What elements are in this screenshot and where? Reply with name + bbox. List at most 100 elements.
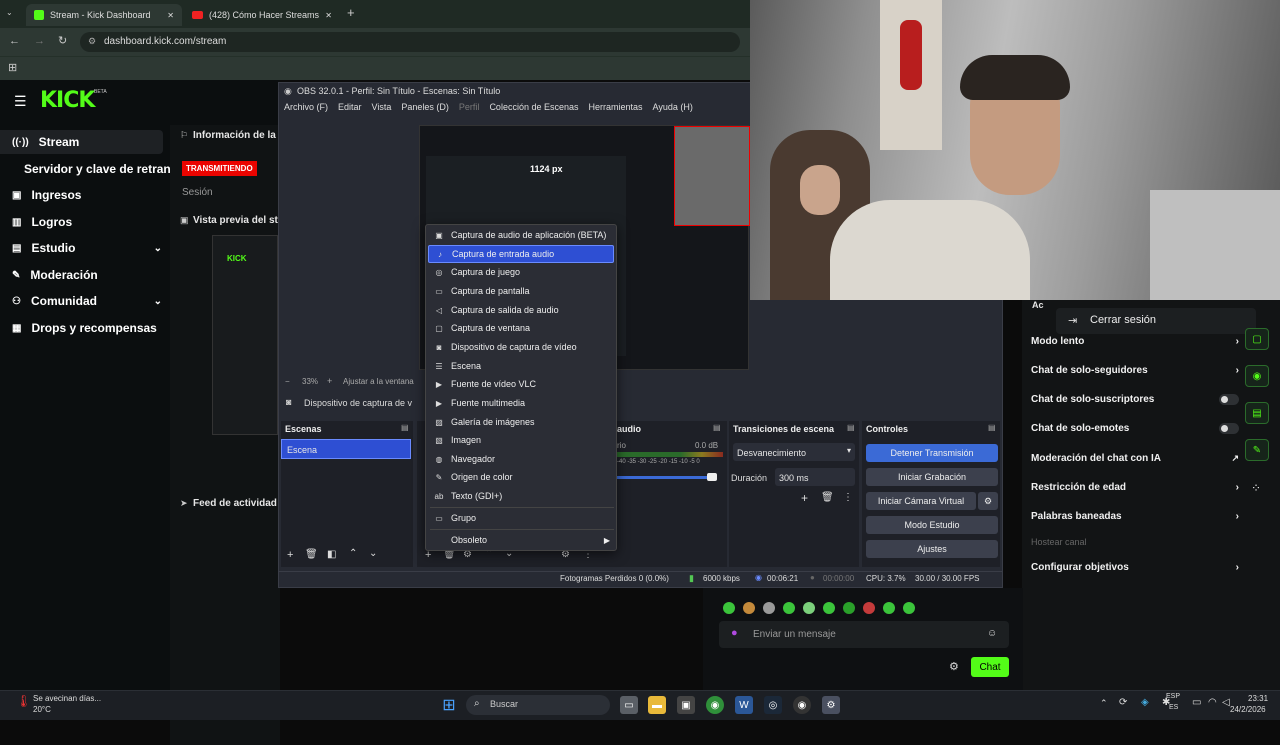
broadcast-icon[interactable]: ◉ (1245, 365, 1269, 387)
menu-item-audio-input[interactable]: ♪ Captura de entrada audio (428, 245, 614, 263)
setting-emotes-only[interactable]: Chat de solo-emotes (1031, 420, 1239, 436)
nav-item-ingresos[interactable]: ▣ Ingresos (12, 184, 81, 206)
kick-logo[interactable]: KICK (40, 88, 95, 113)
menu-archivo[interactable]: Archivo (F) (284, 102, 328, 118)
move-down-icon[interactable]: ⌄ (369, 548, 377, 559)
subscribers-toggle[interactable] (1219, 393, 1239, 405)
chrome-icon[interactable]: ◉ (706, 696, 724, 714)
menu-item-display-capture[interactable]: ▭ Captura de pantalla (428, 282, 614, 300)
file-explorer-icon[interactable]: ▬ (648, 696, 666, 714)
monitor-icon[interactable]: ▭ (1192, 697, 1201, 708)
add-scene-icon[interactable]: + (287, 549, 293, 561)
menu-perfil[interactable]: Perfil (459, 102, 480, 118)
tray-app-icon[interactable]: ⟳ (1119, 697, 1127, 708)
word-icon[interactable]: W (735, 696, 753, 714)
stop-stream-button[interactable]: Detener Transmisión (866, 444, 998, 462)
zoom-in-icon[interactable]: + (327, 376, 332, 386)
weather-text[interactable]: Se avecinan días... (33, 694, 101, 703)
nav-item-stream[interactable]: ((·)) Stream (12, 131, 79, 153)
emote-icon[interactable] (823, 602, 835, 614)
start-recording-button[interactable]: Iniciar Grabación (866, 468, 998, 486)
nav-item-comunidad[interactable]: ⚇ Comunidad ⌄ (12, 290, 162, 312)
menu-item-audio-output[interactable]: ◁ Captura de salida de audio (428, 301, 614, 319)
site-info-icon[interactable]: ⚙ (88, 36, 96, 47)
tray-network-icon[interactable]: ◈ (1141, 697, 1149, 708)
setting-ai-moderation[interactable]: Moderación del chat con IA ↗ (1031, 450, 1239, 466)
emote-icon[interactable] (763, 602, 775, 614)
menu-item-group[interactable]: ▭ Grupo (428, 509, 614, 527)
chevron-down-icon[interactable]: ⌄ (154, 296, 162, 307)
fit-window-button[interactable]: Ajustar a la ventana (343, 377, 414, 386)
settings-button[interactable]: Ajustes (866, 540, 998, 558)
menu-item-window-capture[interactable]: ▢ Captura de ventana (428, 319, 614, 337)
delete-transition-icon[interactable]: 🗑 (821, 492, 834, 503)
menu-paneles[interactable]: Paneles (D) (401, 102, 449, 118)
menu-item-color-source[interactable]: ✎ Origen de color (428, 468, 614, 486)
emoji-icon[interactable]: ☺ (987, 628, 997, 639)
menu-item-media[interactable]: ▶ Fuente multimedia (428, 394, 614, 412)
steam-icon[interactable]: ◎ (764, 696, 782, 714)
nav-item-moderacion[interactable]: ✎ Moderación (12, 264, 98, 286)
emote-icon[interactable] (843, 602, 855, 614)
taskbar-search[interactable]: ⌕ Buscar (466, 695, 610, 715)
apps-grid-icon[interactable]: ⊞ (8, 61, 17, 74)
menu-item-text[interactable]: ab Texto (GDI+) (428, 487, 614, 505)
setting-slow-mode[interactable]: Modo lento › (1031, 333, 1239, 349)
emote-icon[interactable] (903, 602, 915, 614)
reload-icon[interactable]: ↻ (58, 34, 67, 47)
hamburger-menu-icon[interactable]: ☰ (14, 93, 27, 110)
volume-slider[interactable] (617, 476, 717, 479)
emote-icon[interactable] (743, 602, 755, 614)
filter-icon[interactable]: ◧ (327, 549, 336, 560)
emote-icon[interactable] (783, 602, 795, 614)
menu-item-image[interactable]: ▧ Imagen (428, 431, 614, 449)
dock-menu-icon[interactable]: ▤ (713, 423, 721, 432)
new-tab-button[interactable]: + (347, 5, 355, 20)
menu-vista[interactable]: Vista (372, 102, 392, 118)
emotes-toggle[interactable] (1219, 422, 1239, 434)
menu-ayuda[interactable]: Ayuda (H) (653, 102, 693, 118)
transition-select[interactable]: Desvanecimiento ▾ (733, 443, 855, 461)
more-options-icon[interactable]: ⁘ (1251, 481, 1261, 495)
camera-source-bounds[interactable] (674, 126, 750, 226)
nav-item-logros[interactable]: ▥ Logros (12, 211, 72, 233)
setting-subscribers-only[interactable]: Chat de solo-suscriptores (1031, 391, 1239, 407)
close-icon[interactable]: ✕ (325, 11, 332, 20)
scene-item[interactable]: Escena (281, 439, 411, 459)
dock-menu-icon[interactable]: ▤ (988, 423, 996, 432)
wrench-icon[interactable]: ✎ (1245, 439, 1269, 461)
volume-handle[interactable] (707, 473, 717, 481)
menu-item-scene[interactable]: ☰ Escena (428, 357, 614, 375)
close-icon[interactable]: ✕ (167, 11, 174, 20)
emote-icon[interactable] (803, 602, 815, 614)
menu-item-browser[interactable]: ◍ Navegador (428, 450, 614, 468)
menu-item-deprecated[interactable]: Obsoleto ▶ (428, 531, 614, 549)
setting-age-restriction[interactable]: Restricción de edad › (1031, 479, 1239, 495)
menu-coleccion[interactable]: Colección de Escenas (489, 102, 578, 118)
volume-icon[interactable]: ◁ (1222, 697, 1230, 708)
store-icon[interactable]: ▣ (677, 696, 695, 714)
clock-time[interactable]: 23:31 (1248, 694, 1268, 703)
weather-icon[interactable]: 🌡 (16, 694, 31, 714)
lang-top[interactable]: ESP (1166, 693, 1180, 700)
menu-item-slideshow[interactable]: ▨ Galería de imágenes (428, 413, 614, 431)
settings-gear-icon[interactable]: ⚙ (822, 696, 840, 714)
zoom-out-icon[interactable]: − (285, 377, 290, 386)
emote-icon[interactable] (723, 602, 735, 614)
chat-bubble-icon[interactable]: ▢ (1245, 328, 1269, 350)
virtual-camera-gear-icon[interactable]: ⚙ (978, 492, 998, 510)
chat-input[interactable]: ● Enviar un mensaje ☺ (719, 621, 1009, 648)
tab-list-icon[interactable]: ⌄ (6, 8, 18, 20)
task-view-icon[interactable]: ▭ (620, 696, 638, 714)
forward-icon[interactable]: → (34, 35, 45, 47)
chevron-down-icon[interactable]: ⌄ (154, 243, 162, 254)
dock-menu-icon[interactable]: ▤ (847, 423, 855, 432)
tab-youtube[interactable]: (428) Cómo Hacer Streams en K ✕ (184, 4, 340, 26)
setting-followers-only[interactable]: Chat de solo-seguidores › (1031, 362, 1239, 378)
microphone-icon[interactable]: ● (731, 627, 738, 639)
logout-popover[interactable]: ⇥ Cerrar sesión (1056, 308, 1256, 334)
menu-item-app-audio[interactable]: ▣ Captura de audio de aplicación (BETA) (428, 226, 614, 244)
windows-start-icon[interactable]: ⊞ (440, 696, 458, 714)
menu-item-video-device[interactable]: ◙ Dispositivo de captura de vídeo (428, 338, 614, 356)
back-icon[interactable]: ← (9, 35, 20, 47)
